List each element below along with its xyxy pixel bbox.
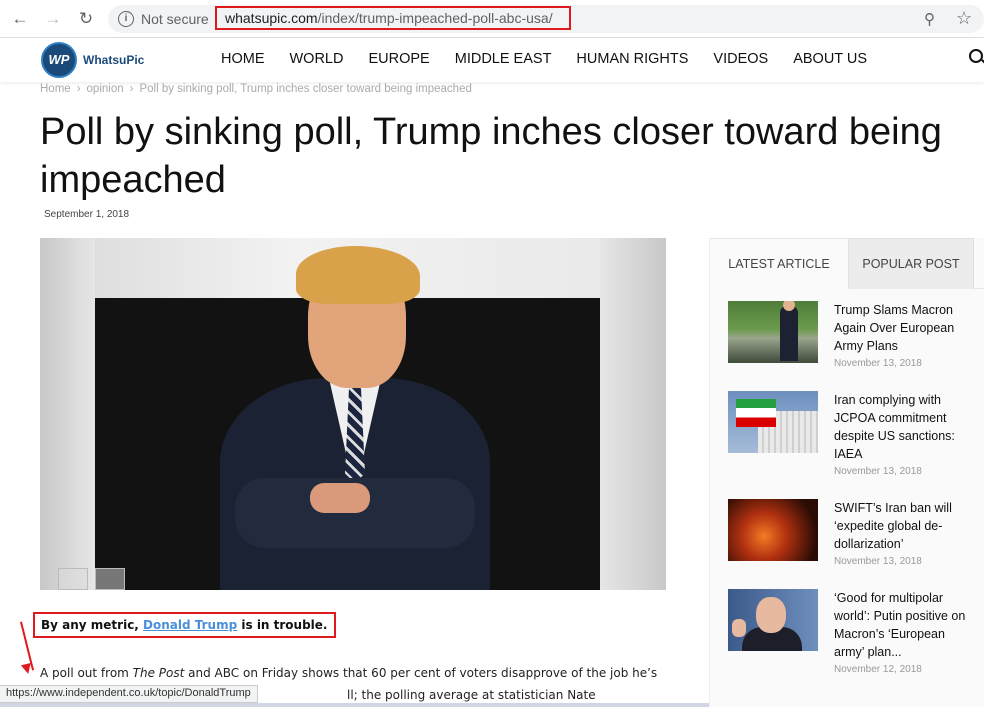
para-publication: The Post xyxy=(132,666,185,680)
article-item-date: November 13, 2018 xyxy=(834,466,922,477)
status-bar-url: https://www.independent.co.uk/topic/Dona… xyxy=(0,685,258,703)
article-item-date: November 13, 2018 xyxy=(834,358,922,369)
article-item-title[interactable]: ‘Good for multipolar world’: Putin posit… xyxy=(834,589,974,661)
article-thumbnail[interactable] xyxy=(728,499,818,561)
article-item-date: November 12, 2018 xyxy=(834,664,922,675)
security-label: Not secure xyxy=(141,11,209,27)
article-thumbnail[interactable] xyxy=(728,391,818,453)
url-domain: whatsupic.com xyxy=(225,10,318,26)
article-item-title[interactable]: Iran complying with JCPOA commitment des… xyxy=(834,391,974,463)
site-logo-text[interactable]: WhatsuPic xyxy=(83,53,144,67)
lead-text-after: is in trouble. xyxy=(237,618,328,632)
menu-item-europe[interactable]: EUROPE xyxy=(368,51,429,67)
article-date: September 1, 2018 xyxy=(44,209,130,220)
menu-item-middle-east[interactable]: MIDDLE EAST xyxy=(455,51,552,67)
bookmark-star-icon[interactable]: ☆ xyxy=(956,8,972,29)
menu-item-human-rights[interactable]: HUMAN RIGHTS xyxy=(576,51,688,67)
url-path: /index/trump-impeached-poll-abc-usa/ xyxy=(317,10,553,26)
sidebar: LATEST ARTICLE POPULAR POST Trump Slams … xyxy=(709,238,984,707)
menu-item-home[interactable]: HOME xyxy=(221,51,265,67)
menu-item-videos[interactable]: VIDEOS xyxy=(713,51,768,67)
menu-item-about-us[interactable]: ABOUT US xyxy=(793,51,867,67)
tab-latest-article[interactable]: LATEST ARTICLE xyxy=(710,238,848,289)
donald-trump-link[interactable]: Donald Trump xyxy=(143,618,237,632)
menu-item-world[interactable]: WORLD xyxy=(290,51,344,67)
breadcrumb-home[interactable]: Home xyxy=(40,83,71,95)
forward-arrow-icon[interactable]: → xyxy=(42,8,64,30)
reload-icon[interactable]: ↻ xyxy=(75,8,97,30)
article-thumbnail[interactable] xyxy=(728,301,818,363)
site-header: WP WhatsuPic HOME WORLD EUROPE MIDDLE EA… xyxy=(0,38,984,82)
article-item-title[interactable]: SWIFT’s Iran ban will ‘expedite global d… xyxy=(834,499,974,553)
article-hero-image xyxy=(40,238,666,590)
article-lead: By any metric, Donald Trump is in troubl… xyxy=(33,612,336,638)
browser-toolbar: ← → ↻ i Not secure whatsupic.com/index/t… xyxy=(0,0,984,38)
lead-text-before: By any metric, xyxy=(41,618,144,632)
back-arrow-icon[interactable]: ← xyxy=(9,8,31,30)
main-menu: HOME WORLD EUROPE MIDDLE EAST HUMAN RIGH… xyxy=(221,51,892,67)
breadcrumb-separator: › xyxy=(129,83,134,95)
zoom-icon[interactable]: ⚲ xyxy=(924,10,935,28)
url-field[interactable]: whatsupic.com/index/trump-impeached-poll… xyxy=(215,6,571,30)
para-text-after: and ABC on Friday shows that 60 per cent… xyxy=(184,666,658,680)
breadcrumb-category[interactable]: opinion xyxy=(87,83,124,95)
info-icon[interactable]: i xyxy=(118,11,134,27)
tab-popular-post[interactable]: POPULAR POST xyxy=(848,238,974,289)
sidebar-tabs: LATEST ARTICLE POPULAR POST xyxy=(710,238,984,289)
address-bar[interactable]: i Not secure whatsupic.com/index/trump-i… xyxy=(108,5,984,33)
breadcrumb-separator: › xyxy=(76,83,81,95)
site-logo-icon[interactable]: WP xyxy=(41,42,77,78)
article-item-date: November 13, 2018 xyxy=(834,556,922,567)
article-title: Poll by sinking poll, Trump inches close… xyxy=(40,111,942,201)
para-text-before: A poll out from xyxy=(40,666,133,680)
search-icon[interactable] xyxy=(969,49,983,63)
breadcrumb-current: Poll by sinking poll, Trump inches close… xyxy=(139,83,472,95)
breadcrumb: Home › opinion › Poll by sinking poll, Trump… xyxy=(40,83,472,95)
article-item-title[interactable]: Trump Slams Macron Again Over European A… xyxy=(834,301,974,355)
article-thumbnail[interactable] xyxy=(728,589,818,651)
annotation-arrow-head xyxy=(20,662,34,676)
